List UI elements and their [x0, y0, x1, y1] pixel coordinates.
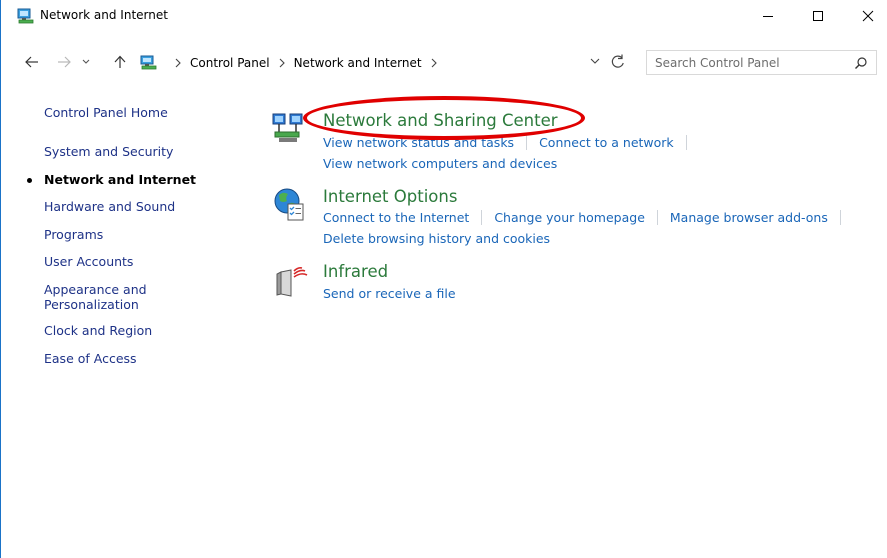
close-icon	[862, 10, 874, 22]
link-separator	[656, 210, 658, 225]
sidebar-item-appearance-and-personalization[interactable]: Appearance and Personalization	[44, 282, 147, 312]
link-connect-to-internet[interactable]: Connect to the Internet	[323, 210, 469, 225]
arrow-up-icon	[114, 55, 126, 68]
link-send-or-receive-file[interactable]: Send or receive a file	[323, 286, 456, 301]
link-change-homepage[interactable]: Change your homepage	[494, 210, 645, 225]
search-placeholder: Search Control Panel	[655, 55, 780, 70]
maximize-button[interactable]	[795, 0, 841, 32]
link-view-network-computers[interactable]: View network computers and devices	[323, 156, 557, 171]
link-manage-browser-add-ons[interactable]: Manage browser add-ons	[670, 210, 828, 225]
chevron-down-icon	[82, 59, 90, 64]
link-separator	[481, 210, 483, 225]
back-button[interactable]	[21, 51, 43, 73]
search-input[interactable]: Search Control Panel	[646, 50, 877, 75]
recent-locations-button[interactable]	[79, 51, 93, 73]
network-sharing-icon	[272, 113, 303, 142]
network-folder-icon	[17, 8, 34, 24]
sidebar-item-label: Network and Internet	[44, 172, 197, 187]
arrow-right-icon	[58, 56, 71, 68]
title-bar: Network and Internet	[1, 0, 887, 32]
link-separator	[839, 210, 841, 225]
sidebar-item-label-line2: Personalization	[44, 297, 139, 312]
forward-button[interactable]	[53, 51, 75, 73]
infrared-links-row1: Send or receive a file	[323, 286, 456, 301]
close-button[interactable]	[845, 0, 887, 32]
address-bar[interactable]: Control Panel Network and Internet	[134, 51, 634, 75]
network-folder-icon	[140, 55, 157, 70]
internet-options-title[interactable]: Internet Options	[323, 187, 457, 206]
up-button[interactable]	[109, 51, 131, 73]
window-title: Network and Internet	[40, 8, 168, 22]
address-dropdown-icon[interactable]	[590, 58, 600, 65]
link-delete-browsing-history[interactable]: Delete browsing history and cookies	[323, 231, 550, 246]
infrared-icon	[276, 267, 308, 297]
sidebar-item-system-and-security[interactable]: System and Security	[44, 144, 173, 159]
breadcrumb-control-panel[interactable]: Control Panel	[190, 56, 270, 70]
network-and-sharing-links-row1: View network status and tasks Connect to…	[323, 135, 699, 150]
sidebar-item-label: Appearance and	[44, 282, 147, 297]
refresh-icon[interactable]	[609, 53, 627, 71]
network-and-sharing-links-row2: View network computers and devices	[323, 156, 557, 171]
breadcrumb-network-and-internet[interactable]: Network and Internet	[294, 56, 422, 70]
link-separator	[526, 135, 528, 150]
sidebar-item-programs[interactable]: Programs	[44, 227, 103, 242]
sidebar-item-user-accounts[interactable]: User Accounts	[44, 254, 133, 269]
search-icon[interactable]	[854, 56, 868, 70]
internet-options-icon	[274, 188, 304, 221]
selected-bullet-icon	[27, 178, 32, 183]
chevron-right-icon[interactable]	[430, 58, 438, 68]
network-and-sharing-center-title[interactable]: Network and Sharing Center	[323, 111, 558, 130]
chevron-right-icon	[175, 58, 181, 68]
chevron-right-icon[interactable]	[278, 58, 286, 68]
minimize-icon	[763, 16, 773, 17]
sidebar-item-control-panel-home[interactable]: Control Panel Home	[44, 105, 168, 120]
maximize-icon	[813, 11, 823, 21]
link-view-network-status[interactable]: View network status and tasks	[323, 135, 514, 150]
sidebar-item-ease-of-access[interactable]: Ease of Access	[44, 351, 137, 366]
sidebar-item-network-and-internet[interactable]: Network and Internet	[27, 172, 197, 187]
sidebar-item-clock-and-region[interactable]: Clock and Region	[44, 323, 152, 338]
control-panel-window: Network and Internet Control Panel Netwo…	[0, 0, 887, 558]
sidebar-item-hardware-and-sound[interactable]: Hardware and Sound	[44, 199, 175, 214]
internet-options-links-row2: Delete browsing history and cookies	[323, 231, 550, 246]
arrow-left-icon	[25, 56, 38, 68]
minimize-button[interactable]	[745, 0, 791, 32]
navigation-bar: Control Panel Network and Internet Searc…	[1, 47, 887, 77]
infrared-title[interactable]: Infrared	[323, 262, 388, 281]
link-separator	[685, 135, 687, 150]
internet-options-links-row1: Connect to the Internet Change your home…	[323, 210, 853, 225]
link-connect-to-network[interactable]: Connect to a network	[539, 135, 674, 150]
